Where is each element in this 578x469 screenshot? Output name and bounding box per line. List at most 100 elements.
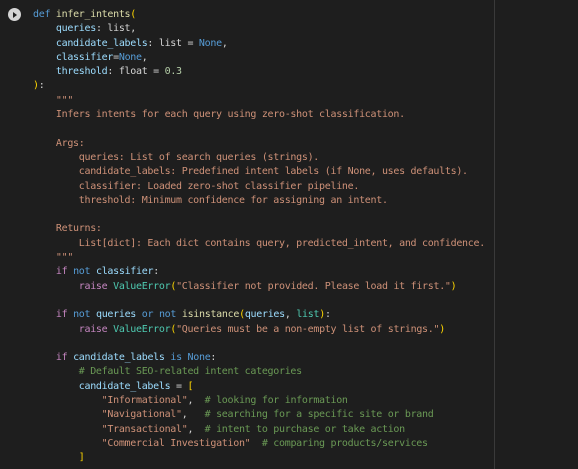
code-line: if not classifier: bbox=[33, 265, 485, 279]
code-token: def bbox=[33, 9, 51, 20]
code-editor[interactable]: def infer_intents( queries: list, candid… bbox=[33, 8, 485, 466]
code-token: ( bbox=[130, 9, 137, 20]
code-token: candidate_labels: Predefined intent labe… bbox=[33, 166, 468, 178]
code-token: ValueError bbox=[113, 323, 171, 335]
code-line: threshold: float = 0.3 bbox=[33, 65, 485, 79]
code-line: """ bbox=[33, 94, 485, 108]
code-line: raise ValueError("Queries must be a non-… bbox=[33, 323, 485, 337]
code-line: Infers intents for each query using zero… bbox=[33, 108, 485, 122]
run-cell-button[interactable] bbox=[8, 8, 21, 21]
code-token: None bbox=[187, 352, 211, 364]
code-token: # intent to purchase or take action bbox=[204, 423, 406, 435]
column-ruler bbox=[494, 0, 495, 469]
code-line: queries: list, bbox=[33, 22, 485, 36]
code-token: None bbox=[118, 51, 142, 63]
code-token: , bbox=[187, 423, 205, 435]
code-token: if bbox=[55, 309, 68, 321]
code-line: "Navigational", # searching for a specif… bbox=[33, 408, 485, 422]
code-line: raise ValueError("Classifier not provide… bbox=[33, 280, 485, 294]
code-line: def infer_intents( bbox=[33, 8, 485, 22]
code-token: not bbox=[73, 266, 91, 278]
code-token: : bbox=[324, 309, 331, 321]
code-token: : bbox=[153, 266, 159, 278]
code-token: if bbox=[55, 266, 68, 278]
code-token: List[dict]: Each dict contains query, pr… bbox=[33, 237, 485, 249]
code-line: queries: List of search queries (strings… bbox=[33, 151, 485, 165]
code-token: threshold bbox=[55, 66, 108, 78]
code-token: : list = bbox=[147, 37, 199, 49]
code-token: or bbox=[141, 309, 154, 321]
code-token: threshold: Minimum confidence for assign… bbox=[33, 194, 388, 206]
code-token: if bbox=[55, 352, 68, 364]
code-token: classifier: Loaded zero-shot classifier … bbox=[33, 180, 360, 192]
code-line: ): bbox=[33, 79, 485, 93]
code-token: """ bbox=[33, 252, 74, 264]
code-line: "Commercial Investigation" # comparing p… bbox=[33, 437, 485, 451]
code-token: not bbox=[158, 309, 177, 321]
code-token: infer_intents bbox=[55, 9, 131, 20]
code-token: ValueError bbox=[113, 280, 171, 292]
code-token: "Transactional" bbox=[101, 423, 188, 435]
code-cell: def infer_intents( queries: list, candid… bbox=[0, 0, 578, 469]
code-token: queries: List of search queries (strings… bbox=[33, 151, 320, 163]
code-line: classifier: Loaded zero-shot classifier … bbox=[33, 180, 485, 194]
code-token: queries bbox=[95, 309, 137, 321]
code-line: Args: bbox=[33, 137, 485, 151]
code-line: """ bbox=[33, 251, 485, 265]
code-line: classifier=None, bbox=[33, 51, 485, 65]
code-line: ] bbox=[33, 451, 485, 465]
code-token: list bbox=[296, 309, 320, 321]
code-line: candidate_labels: list = None, bbox=[33, 37, 485, 51]
code-line: # Default SEO-related intent categories bbox=[33, 365, 485, 379]
code-token: None bbox=[198, 37, 222, 49]
code-token: = bbox=[170, 380, 188, 392]
code-token: ) bbox=[450, 280, 457, 292]
code-line: "Transactional", # intent to purchase or… bbox=[33, 423, 485, 437]
code-token: : list, bbox=[95, 23, 136, 35]
code-token: is bbox=[170, 352, 182, 364]
code-line: if not queries or not isinstance(queries… bbox=[33, 308, 485, 322]
code-token: "Classifier not provided. Please load it… bbox=[176, 280, 451, 292]
code-token: # Default SEO-related intent categories bbox=[78, 366, 302, 378]
code-token: Args: bbox=[33, 137, 85, 149]
code-token: queries bbox=[55, 23, 96, 35]
code-line: List[dict]: Each dict contains query, pr… bbox=[33, 237, 485, 251]
code-token: ) bbox=[439, 323, 445, 335]
code-token: # looking for information bbox=[204, 395, 348, 407]
code-token: # comparing products/services bbox=[261, 437, 428, 449]
code-token: , bbox=[181, 409, 205, 421]
code-token: , bbox=[187, 395, 205, 407]
code-token: 0.3 bbox=[164, 66, 182, 78]
code-token: "Navigational" bbox=[101, 409, 182, 421]
code-token: raise bbox=[78, 323, 108, 335]
code-token: "Informational" bbox=[101, 395, 188, 407]
code-token: Infers intents for each query using zero… bbox=[33, 109, 405, 121]
code-token: ] bbox=[78, 452, 85, 464]
code-token: [ bbox=[187, 380, 194, 392]
code-line: Returns: bbox=[33, 222, 485, 236]
code-token: """ bbox=[33, 94, 74, 106]
code-token: isinstance bbox=[181, 309, 240, 321]
code-token: : bbox=[38, 80, 45, 92]
code-token: Returns: bbox=[33, 223, 102, 235]
code-token: "Queries must be a non-empty list of str… bbox=[176, 323, 440, 335]
